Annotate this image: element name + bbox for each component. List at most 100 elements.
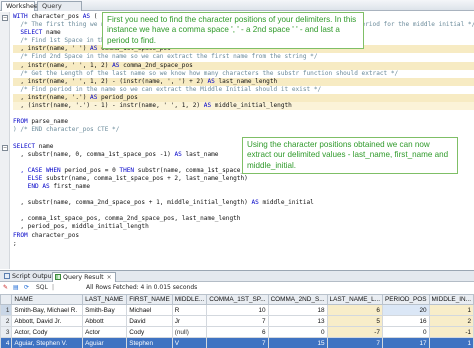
sql-button[interactable]: SQL [36, 284, 48, 292]
row-number[interactable]: 1 [0, 304, 13, 316]
column-header[interactable]: FIRST_NAME [126, 294, 173, 305]
column-header[interactable]: LAST_NAME [82, 294, 128, 305]
code-token: , instr(name, '.') [13, 93, 91, 101]
code-line[interactable]: ) /* END character_pos CTE */ [13, 126, 474, 134]
table-cell[interactable]: 0 [267, 326, 328, 338]
table-row[interactable]: 2 Abbott, David Jr. Abbott David Jr 7 13 5 16 2 [0, 315, 474, 327]
code-token: , instr(name, ' ', 1, 2) - (instr(name, … [13, 77, 208, 85]
table-cell[interactable]: Smith-Bay [82, 304, 128, 316]
table-cell[interactable]: 1 [428, 337, 474, 348]
table-cell[interactable]: 6 [326, 304, 383, 316]
code-line[interactable]: , instr(name, ' ', 1, 2) AS comma_2nd_sp… [13, 61, 474, 70]
column-header[interactable]: PERIOD_POS [381, 294, 430, 305]
pin-icon[interactable]: ✎ [3, 284, 8, 292]
code-line[interactable]: ELSE substr(name, comma_1st_space_pos + … [13, 175, 474, 183]
table-cell[interactable]: David [126, 315, 173, 327]
table-cell[interactable]: 13 [267, 315, 328, 327]
table-cell[interactable]: Actor, Cody [11, 326, 84, 338]
row-number[interactable]: 2 [0, 315, 13, 327]
sql-editor[interactable]: − − WITH character_pos AS ( /* The first… [0, 12, 474, 269]
code-line[interactable]: END AS first_name [13, 183, 474, 191]
code-token: , comma_1st_space_pos, comma_2nd_space_p… [13, 215, 241, 223]
code-line[interactable]: ; [13, 240, 474, 248]
fold-toggle-icon[interactable]: − [2, 15, 8, 21]
tab-query-builder[interactable]: Query Builder [37, 1, 82, 19]
code-token: comma_2nd_space_pos [119, 61, 193, 69]
code-line[interactable]: FROM parse_name [13, 118, 474, 126]
code-token: ) /* END character_pos CTE */ [13, 126, 120, 134]
table-cell[interactable]: R [171, 304, 208, 316]
column-header[interactable]: MIDDLE... [171, 294, 208, 305]
table-row[interactable]: 3 Actor, Cody Actor Cody (null) 6 0 -7 0 -1 [0, 326, 474, 338]
table-cell[interactable]: 15 [267, 337, 328, 348]
table-cell[interactable]: Smith-Bay, Michael R. [11, 304, 84, 316]
row-number[interactable]: 3 [0, 326, 13, 338]
code-line[interactable]: , comma_1st_space_pos, comma_2nd_space_p… [13, 215, 474, 223]
table-row[interactable]: 1 Smith-Bay, Michael R. Smith-Bay Michael R 1… [0, 304, 474, 316]
table-cell[interactable]: Actor [82, 326, 128, 338]
table-cell[interactable]: 6 [206, 326, 269, 338]
code-line[interactable]: /* Find 2nd Space in the name so we can … [13, 53, 474, 61]
callout-delimiter-positions: First you need to find the character pos… [102, 12, 364, 50]
table-cell[interactable]: Aguiar, Stephen V. [11, 337, 84, 348]
table-cell[interactable]: 7 [326, 337, 383, 348]
table-cell[interactable]: Abbott [82, 315, 128, 327]
code-line[interactable]: , period_pos, middle_initial_length [13, 223, 474, 231]
code-line[interactable]: FROM character_pos [13, 232, 474, 240]
column-header[interactable]: COMMA_1ST_SP... [206, 294, 269, 305]
column-header[interactable]: MIDDLE_IN... [428, 294, 474, 305]
table-cell[interactable]: Jr [171, 315, 208, 327]
table-cell[interactable]: 2 [428, 315, 474, 327]
code-line[interactable]: /* Get the Length of the last name so we… [13, 70, 474, 78]
code-line[interactable] [13, 207, 474, 215]
tab-worksheet[interactable]: Worksheet [1, 1, 41, 11]
table-cell[interactable]: Aguiar [82, 337, 128, 348]
code-token: character_pos [31, 13, 83, 20]
code-token: , CASE WHEN [13, 166, 65, 174]
code-line[interactable]: , instr(name, '.') AS period_pos [13, 93, 474, 103]
code-token: AS [207, 77, 215, 85]
grid-header-row: NAME LAST_NAME FIRST_NAME MIDDLE... COMM… [0, 294, 474, 305]
table-cell[interactable]: Cody [126, 326, 173, 338]
table-cell[interactable]: 7 [206, 315, 269, 327]
code-line[interactable] [13, 110, 474, 118]
table-cell[interactable]: 20 [381, 304, 430, 316]
table-cell[interactable]: -1 [428, 326, 474, 338]
code-token: name [46, 29, 61, 37]
code-token: END [13, 182, 43, 190]
code-line[interactable]: , substr(name, comma_2nd_space_pos + 1, … [13, 199, 474, 207]
row-number[interactable]: 4 [0, 337, 13, 348]
refresh-icon[interactable]: ⟳ [24, 284, 29, 292]
table-cell[interactable]: 0 [381, 326, 430, 338]
code-line[interactable]: , (instr(name, '.') - 1) - instr(name, '… [13, 102, 474, 111]
table-cell[interactable]: (null) [171, 326, 208, 338]
print-icon[interactable]: ▤ [13, 284, 19, 292]
table-cell[interactable]: 17 [381, 337, 430, 348]
table-cell[interactable]: 7 [206, 337, 269, 348]
table-cell[interactable]: 10 [206, 304, 269, 316]
table-cell[interactable]: 16 [381, 315, 430, 327]
result-panel: Script Output × Query Result× ✎ ▤ ⟳ SQL |… [0, 270, 474, 348]
table-cell[interactable]: 5 [326, 315, 383, 327]
table-cell[interactable]: -7 [326, 326, 383, 338]
tab-query-result[interactable]: Query Result × [52, 272, 116, 282]
table-row[interactable]: 4 Aguiar, Stephen V. Aguiar Stephen V 7 15 7 17 1 [0, 337, 474, 348]
table-cell[interactable]: Stephen [126, 337, 173, 348]
table-cell[interactable]: 18 [267, 304, 328, 316]
close-icon[interactable]: × [107, 274, 112, 281]
code-line[interactable]: /* Find period in the name so we can ext… [13, 86, 474, 94]
table-cell[interactable]: V [171, 337, 208, 348]
code-token: AS [174, 150, 182, 158]
code-token: name [38, 142, 54, 150]
column-header[interactable]: LAST_NAME_L... [326, 294, 383, 305]
table-cell[interactable]: Abbott, David Jr. [11, 315, 84, 327]
column-header[interactable]: COMMA_2ND_S... [267, 294, 328, 305]
table-cell[interactable]: Michael [126, 304, 173, 316]
callout-extract-values: Using the character positions obtained w… [242, 137, 458, 175]
code-line[interactable] [13, 191, 474, 199]
column-header[interactable]: NAME [11, 294, 84, 305]
code-line[interactable]: , instr(name, ' ', 1, 2) - (instr(name, … [13, 77, 474, 86]
query-result-grid[interactable]: NAME LAST_NAME FIRST_NAME MIDDLE... COMM… [0, 294, 474, 348]
fold-toggle-icon[interactable]: − [2, 145, 8, 151]
table-cell[interactable]: 1 [428, 304, 474, 316]
